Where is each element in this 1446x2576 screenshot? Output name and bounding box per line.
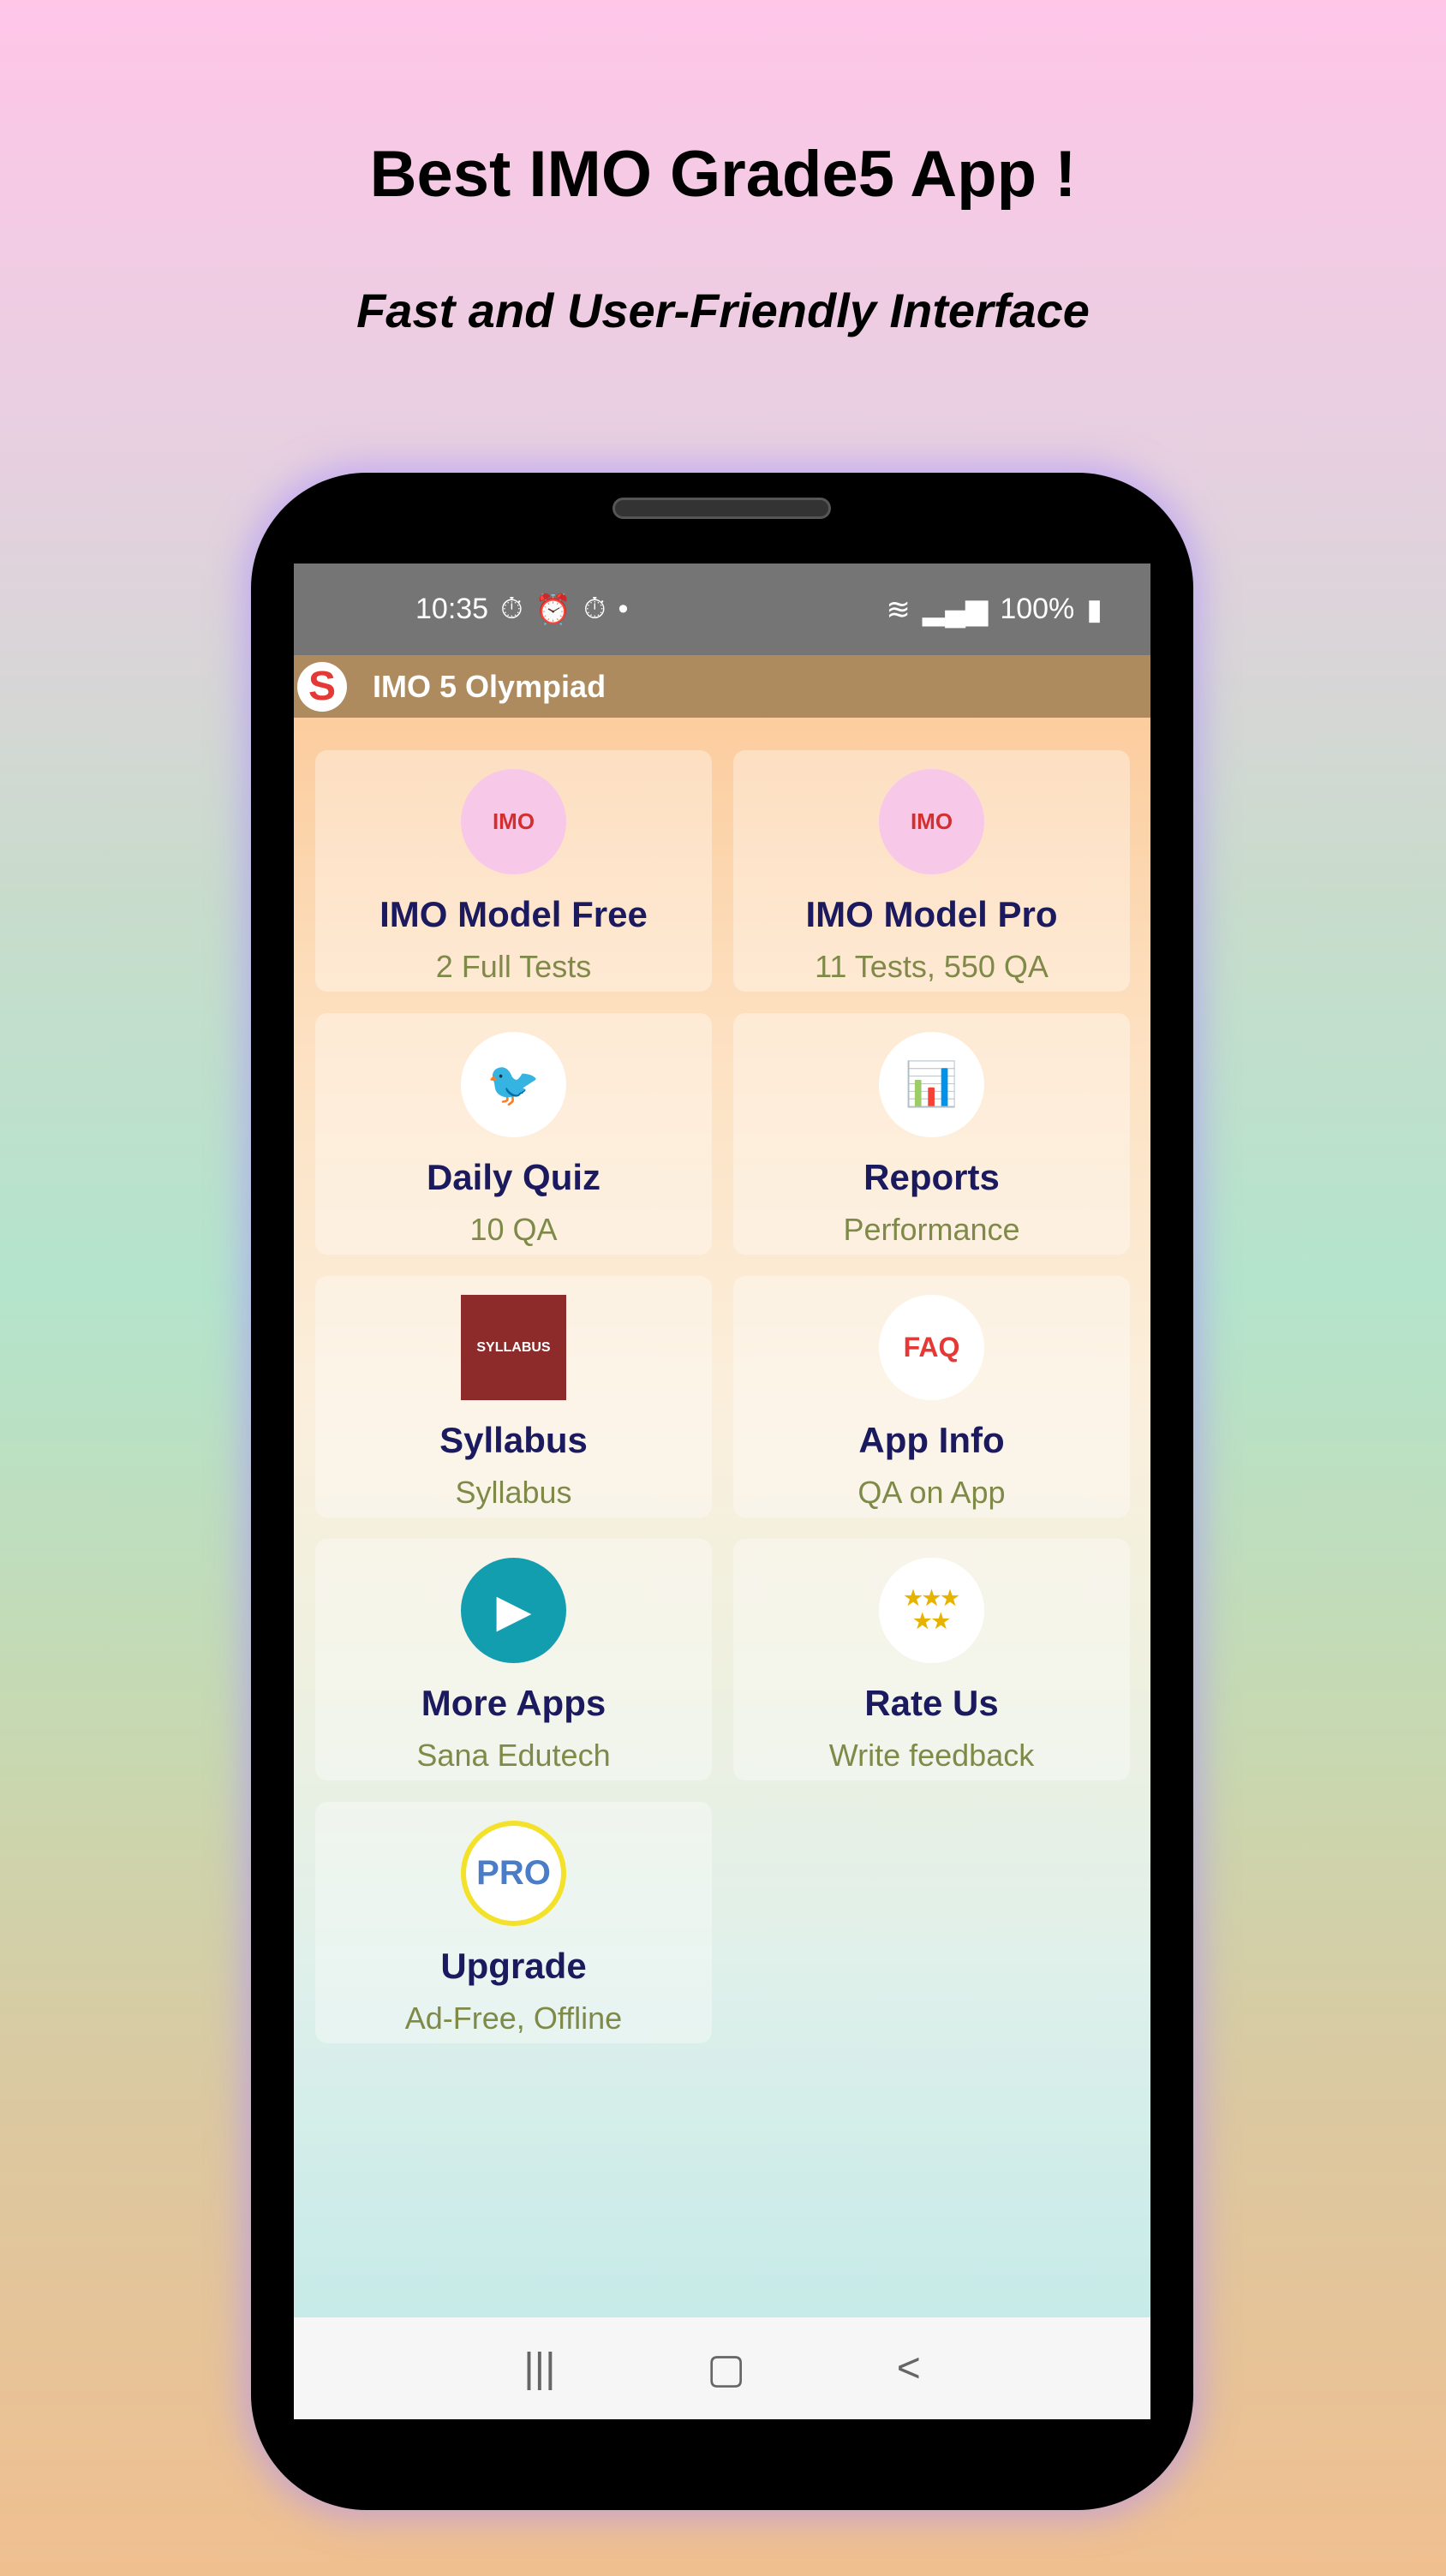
- navigation-bar: ||| ▢ <: [294, 2317, 1150, 2419]
- card-title: Reports: [863, 1157, 1000, 1197]
- card-subtitle: 2 Full Tests: [435, 949, 592, 984]
- phone-frame: 10:35 ⏱ ⏰ ⏱ • ≋ ▂▄▆ 100% ▮ S IMO 5 Olymp…: [251, 473, 1193, 2510]
- card-title: Daily Quiz: [426, 1157, 601, 1197]
- menu-card-app-info[interactable]: FAQ App Info QA on App: [733, 1276, 1130, 1518]
- phone-screen: 10:35 ⏱ ⏰ ⏱ • ≋ ▂▄▆ 100% ▮ S IMO 5 Olymp…: [294, 564, 1150, 2419]
- battery-percent: 100%: [1000, 593, 1075, 625]
- stopwatch-icon: ⏱: [583, 593, 606, 625]
- status-time: 10:35: [415, 593, 489, 625]
- status-bar: 10:35 ⏱ ⏰ ⏱ • ≋ ▂▄▆ 100% ▮: [294, 564, 1150, 655]
- promo-headline: Best IMO Grade5 App !: [369, 138, 1077, 211]
- app-bar: S IMO 5 Olympiad: [294, 655, 1150, 718]
- pro-icon: PRO: [461, 1821, 566, 1926]
- promo-subline: Fast and User-Friendly Interface: [356, 283, 1090, 337]
- card-subtitle: 10 QA: [469, 1212, 558, 1247]
- card-subtitle: Ad-Free, Offline: [404, 2001, 623, 2036]
- menu-card-imo-model-pro[interactable]: IMO IMO Model Pro 11 Tests, 550 QA: [733, 750, 1130, 992]
- card-subtitle: Performance: [843, 1212, 1020, 1247]
- menu-card-syllabus[interactable]: SYLLABUS Syllabus Syllabus: [315, 1276, 712, 1518]
- card-title: App Info: [858, 1420, 1005, 1460]
- home-button[interactable]: ▢: [707, 2345, 745, 2393]
- signal-icon: ▂▄▆: [922, 593, 989, 626]
- phone-speaker: [612, 498, 831, 519]
- card-title: Rate Us: [864, 1683, 999, 1723]
- menu-card-more-apps[interactable]: ▶ More Apps Sana Edutech: [315, 1539, 712, 1780]
- card-subtitle: Syllabus: [455, 1475, 572, 1510]
- battery-icon: ▮: [1086, 593, 1102, 626]
- card-title: IMO Model Free: [379, 894, 648, 934]
- card-title: More Apps: [421, 1683, 606, 1723]
- menu-card-imo-model-free[interactable]: IMO IMO Model Free 2 Full Tests: [315, 750, 712, 992]
- recents-button[interactable]: |||: [523, 2345, 555, 2392]
- dot-icon: •: [618, 593, 629, 625]
- clipboard-icon: IMO: [879, 769, 984, 874]
- card-title: Upgrade: [440, 1946, 587, 1986]
- clipboard-icon: IMO: [461, 769, 566, 874]
- wifi-icon: ≋: [886, 593, 911, 626]
- app-title: IMO 5 Olympiad: [373, 668, 606, 704]
- menu-card-daily-quiz[interactable]: 🐦 Daily Quiz 10 QA: [315, 1013, 712, 1255]
- menu-card-reports[interactable]: 📊 Reports Performance: [733, 1013, 1130, 1255]
- stopwatch-icon: ⏱: [500, 593, 523, 625]
- bar-chart-icon: 📊: [879, 1032, 984, 1137]
- app-logo-icon: S: [297, 661, 347, 712]
- card-subtitle: Write feedback: [828, 1738, 1035, 1773]
- menu-grid: IMO IMO Model Free 2 Full Tests IMO IMO M…: [315, 750, 1130, 2043]
- card-subtitle: Sana Edutech: [416, 1738, 611, 1773]
- play-icon: ▶: [461, 1558, 566, 1663]
- faq-icon: FAQ: [879, 1295, 984, 1400]
- alarm-icon: ⏰: [535, 593, 571, 626]
- books-icon: SYLLABUS: [461, 1295, 566, 1400]
- card-title: Syllabus: [439, 1420, 588, 1460]
- menu-card-rate-us[interactable]: ★★★ ★★ Rate Us Write feedback: [733, 1539, 1130, 1780]
- card-title: IMO Model Pro: [805, 894, 1058, 934]
- back-button[interactable]: <: [897, 2345, 921, 2392]
- bird-icon: 🐦: [461, 1032, 566, 1137]
- card-subtitle: 11 Tests, 550 QA: [815, 949, 1049, 984]
- menu-card-upgrade[interactable]: PRO Upgrade Ad-Free, Offline: [315, 1802, 712, 2043]
- card-subtitle: QA on App: [857, 1475, 1006, 1510]
- stars-icon: ★★★ ★★: [879, 1558, 984, 1663]
